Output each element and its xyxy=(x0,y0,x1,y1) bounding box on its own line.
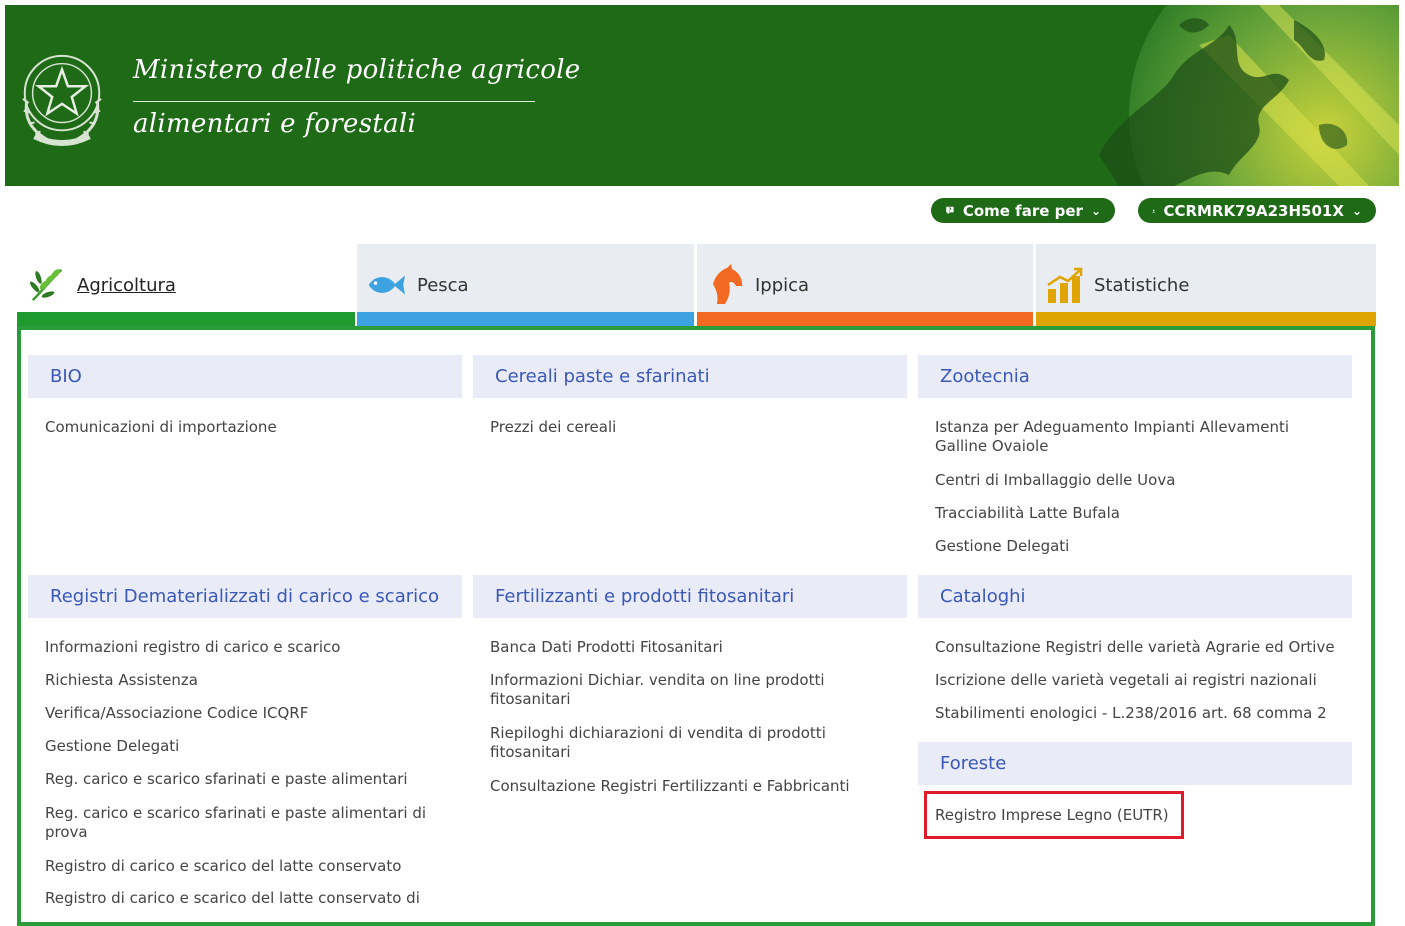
category-header-bio: BIO xyxy=(28,355,462,398)
link-tracciabilita-latte-bufala[interactable]: Tracciabilità Latte Bufala xyxy=(935,504,1120,523)
link-gestione-delegati[interactable]: Gestione Delegati xyxy=(45,737,179,756)
tab-label: Statistiche xyxy=(1094,274,1190,296)
category-header-fertilizzanti: Fertilizzanti e prodotti fitosanitari xyxy=(473,575,907,618)
link-registro-latte-conservato-di[interactable]: Registro di carico e scarico del latte c… xyxy=(45,889,420,908)
category-header-registri: Registri Dematerializzati di carico e sc… xyxy=(28,575,462,618)
tab-label: Pesca xyxy=(417,274,469,296)
category-header-zootecnia: Zootecnia xyxy=(918,355,1352,398)
tab-label: Ippica xyxy=(755,274,810,296)
user-menu-button[interactable]: CCRMRK79A23H501X ⌄ xyxy=(1138,198,1376,223)
fish-icon xyxy=(368,275,406,295)
site-header: Ministero delle politiche agricole alime… xyxy=(5,5,1399,186)
link-reg-sfarinati[interactable]: Reg. carico e scarico sfarinati e paste … xyxy=(45,770,408,789)
link-verifica-codice-icqrf[interactable]: Verifica/Associazione Codice ICQRF xyxy=(45,704,308,723)
svg-text:?: ? xyxy=(948,207,951,213)
user-menu-label: CCRMRK79A23H501X xyxy=(1163,201,1344,220)
link-stabilimenti-enologici[interactable]: Stabilimenti enologici - L.238/2016 art.… xyxy=(935,704,1327,723)
globe-graphic xyxy=(1099,5,1399,186)
help-menu-label: Come fare per xyxy=(962,201,1083,220)
chart-icon xyxy=(1047,267,1083,303)
category-header-foreste: Foreste xyxy=(918,742,1352,785)
user-icon xyxy=(1152,209,1156,213)
link-riepiloghi-dichiarazioni[interactable]: Riepiloghi dichiarazioni di vendita di p… xyxy=(490,724,870,762)
link-reg-sfarinati-prova[interactable]: Reg. carico e scarico sfarinati e paste … xyxy=(45,804,455,842)
help-menu-button[interactable]: ? Come fare per ⌄ xyxy=(931,198,1115,223)
ministry-title-line1: Ministero delle politiche agricole xyxy=(133,55,581,85)
tab-label: Agricoltura xyxy=(77,274,176,296)
link-informazioni-registro[interactable]: Informazioni registro di carico e scaric… xyxy=(45,638,340,657)
ministry-title-line2: alimentari e forestali xyxy=(133,109,417,139)
horse-icon xyxy=(713,264,743,304)
link-iscrizione-varieta[interactable]: Iscrizione delle varietà vegetali ai reg… xyxy=(935,671,1317,690)
link-consultazione-fertilizzanti[interactable]: Consultazione Registri Fertilizzanti e F… xyxy=(490,777,850,796)
link-registro-latte-conservato[interactable]: Registro di carico e scarico del latte c… xyxy=(45,857,401,876)
tab-color-bar xyxy=(1036,312,1376,326)
highlight-box xyxy=(924,791,1184,839)
chevron-down-icon: ⌄ xyxy=(1090,203,1101,218)
tab-color-bar xyxy=(357,312,694,326)
link-gestione-delegati-zootecnia[interactable]: Gestione Delegati xyxy=(935,537,1069,556)
title-divider xyxy=(133,101,535,102)
category-header-cereali: Cereali paste e sfarinati xyxy=(473,355,907,398)
link-prezzi-cereali[interactable]: Prezzi dei cereali xyxy=(490,418,616,437)
link-istanza-galline-ovaiole[interactable]: Istanza per Adeguamento Impianti Allevam… xyxy=(935,418,1345,456)
link-comunicazioni-importazione[interactable]: Comunicazioni di importazione xyxy=(45,418,277,437)
tab-color-bar xyxy=(17,312,355,326)
wheat-icon xyxy=(30,268,63,302)
link-richiesta-assistenza[interactable]: Richiesta Assistenza xyxy=(45,671,198,690)
link-informazioni-dichiar-vendita[interactable]: Informazioni Dichiar. vendita on line pr… xyxy=(490,671,870,709)
link-centri-imballaggio-uova[interactable]: Centri di Imballaggio delle Uova xyxy=(935,471,1175,490)
republic-emblem-icon xyxy=(22,54,102,146)
tab-color-bar xyxy=(697,312,1033,326)
link-banca-dati-fitosanitari[interactable]: Banca Dati Prodotti Fitosanitari xyxy=(490,638,723,657)
link-consultazione-varieta[interactable]: Consultazione Registri delle varietà Agr… xyxy=(935,638,1335,657)
category-header-cataloghi: Cataloghi xyxy=(918,575,1352,618)
chevron-down-icon: ⌄ xyxy=(1351,203,1362,218)
question-bubble-icon: ? xyxy=(946,206,954,215)
